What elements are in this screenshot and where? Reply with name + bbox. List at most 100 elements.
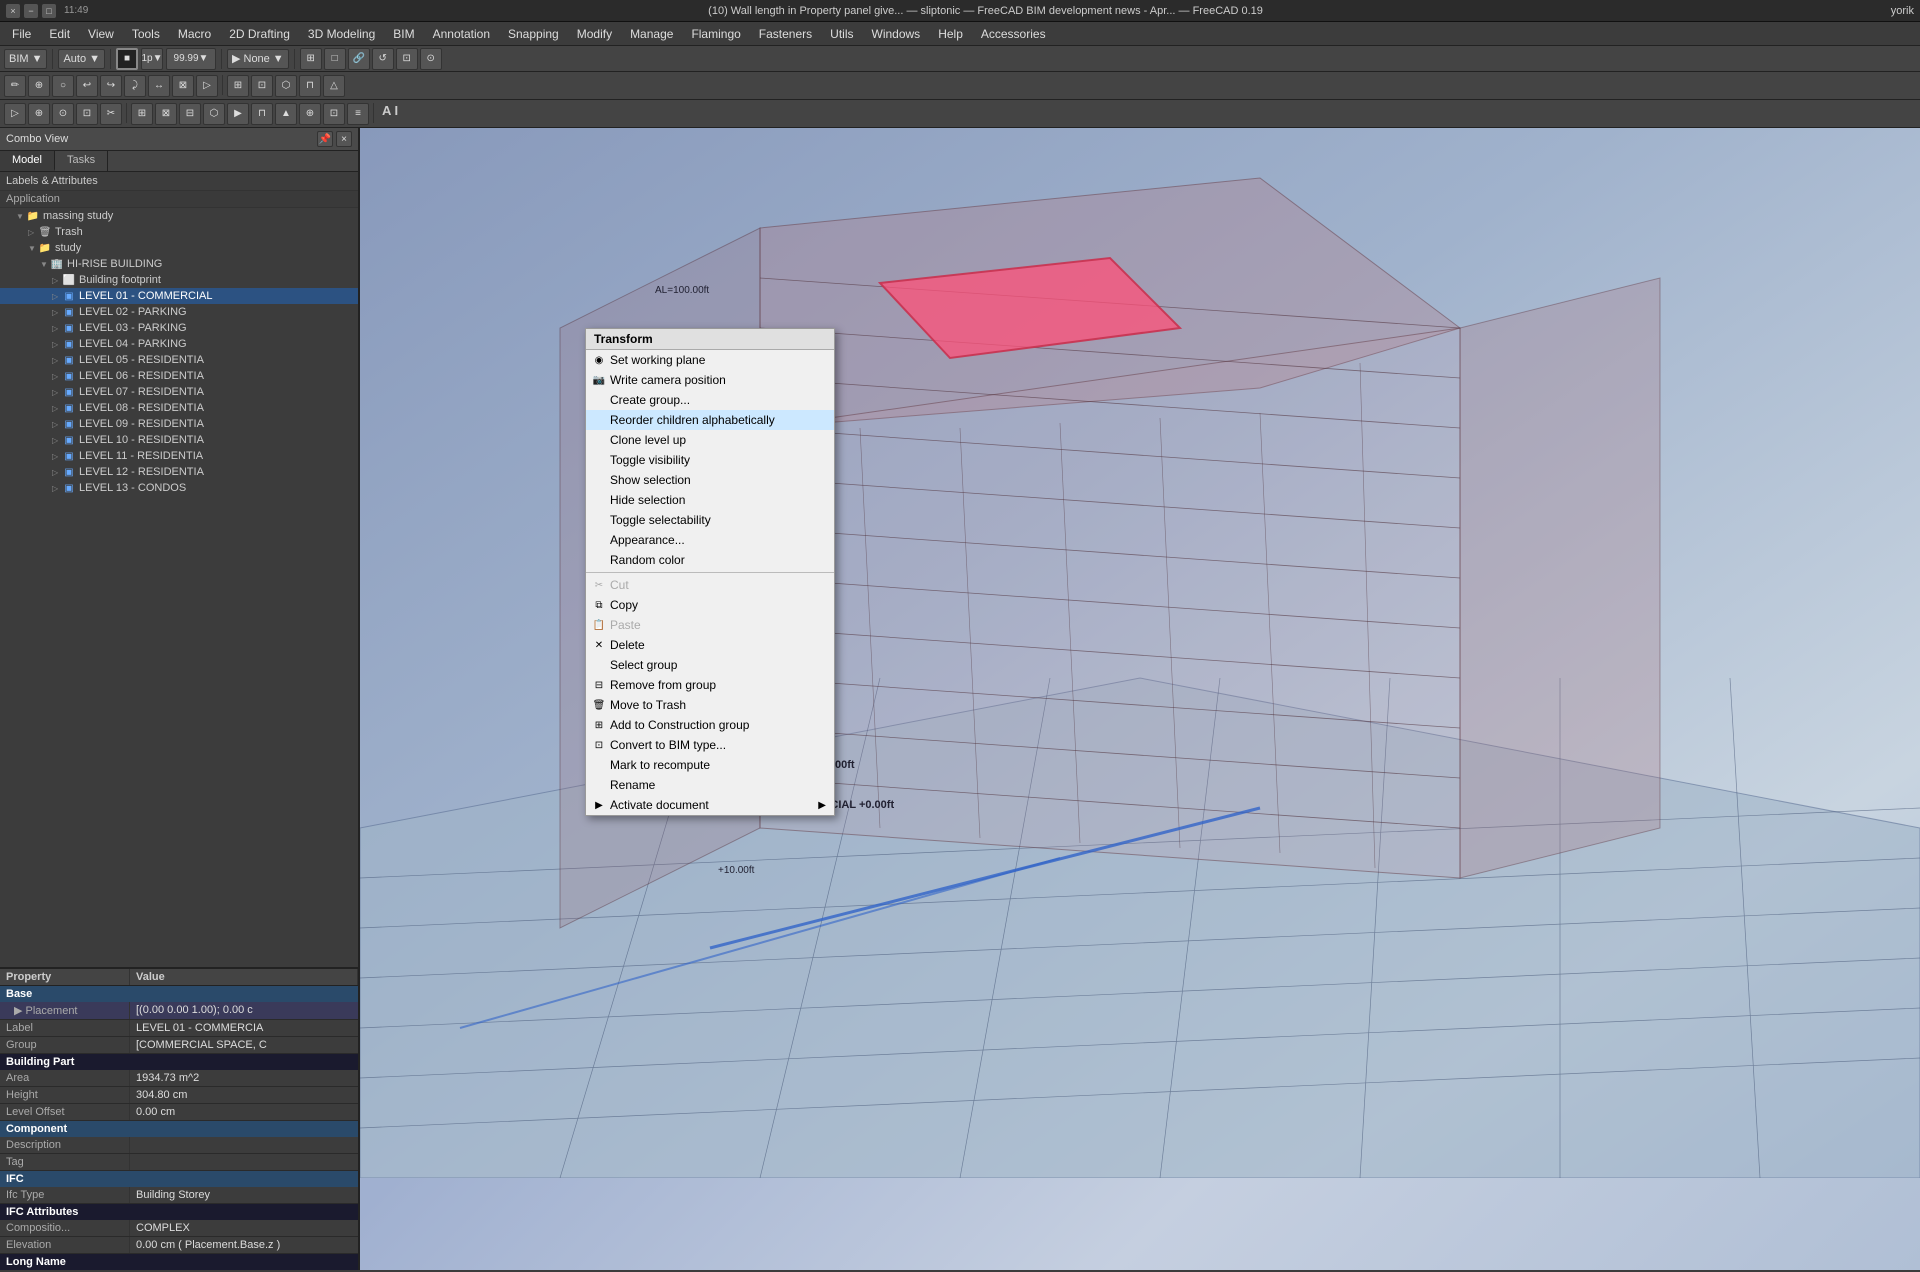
combo-view-controls[interactable]: 📌 × — [317, 131, 352, 147]
menu-bim[interactable]: BIM — [385, 25, 422, 43]
tb2-9[interactable]: ▷ — [196, 75, 218, 97]
viewport[interactable]: LEVEL 01 - COMMERCIAL +0.00ft LEVEL 02 -… — [360, 128, 1920, 1270]
ctx-create-group[interactable]: Create group... — [586, 390, 834, 410]
tb2-10[interactable]: ⊞ — [227, 75, 249, 97]
menu-fasteners[interactable]: Fasteners — [751, 25, 820, 43]
tree-item-level07[interactable]: ▷ ▣ LEVEL 07 - RESIDENTIA — [0, 384, 358, 400]
color-btn[interactable]: ■ — [116, 48, 138, 70]
rotate-icon[interactable]: ↺ — [372, 48, 394, 70]
ctx-select-group[interactable]: Select group — [586, 655, 834, 675]
view-all-icon[interactable]: ⊡ — [396, 48, 418, 70]
tree-item-massing-study[interactable]: ▼ 📁 massing study — [0, 208, 358, 224]
none-selector[interactable]: ▶ None ▼ — [227, 49, 289, 69]
ctx-cut[interactable]: ✂ Cut — [586, 575, 834, 595]
menu-manage[interactable]: Manage — [622, 25, 681, 43]
tree-section[interactable]: ▼ 📁 massing study ▷ 🗑 Trash ▼ 📁 study ▼ … — [0, 208, 358, 967]
tb2-3[interactable]: ○ — [52, 75, 74, 97]
ctx-toggle-visibility[interactable]: Toggle visibility — [586, 450, 834, 470]
tb3-7[interactable]: ⊠ — [155, 103, 177, 125]
ctx-write-camera[interactable]: 📷 Write camera position — [586, 370, 834, 390]
line-width-btn[interactable]: 1p▼ — [141, 48, 163, 70]
ctx-move-to-trash[interactable]: 🗑 Move to Trash — [586, 695, 834, 715]
prop-row-area[interactable]: Area 1934.73 m^2 — [0, 1070, 358, 1087]
menu-flamingo[interactable]: Flamingo — [683, 25, 748, 43]
tb3-3[interactable]: ⊙ — [52, 103, 74, 125]
close-btn[interactable]: × — [6, 4, 20, 18]
tb2-8[interactable]: ⊠ — [172, 75, 194, 97]
menu-snapping[interactable]: Snapping — [500, 25, 567, 43]
tab-tasks[interactable]: Tasks — [55, 151, 108, 171]
prop-row-level-offset[interactable]: Level Offset 0.00 cm — [0, 1104, 358, 1121]
tree-item-level05[interactable]: ▷ ▣ LEVEL 05 - RESIDENTIA — [0, 352, 358, 368]
ctx-copy[interactable]: ⧉ Copy — [586, 595, 834, 615]
tb3-9[interactable]: ⬡ — [203, 103, 225, 125]
tb3-15[interactable]: ≡ — [347, 103, 369, 125]
tb2-4[interactable]: ↩ — [76, 75, 98, 97]
menu-macro[interactable]: Macro — [170, 25, 219, 43]
menu-view[interactable]: View — [80, 25, 122, 43]
ctx-hide-selection[interactable]: Hide selection — [586, 490, 834, 510]
tb2-13[interactable]: ⊓ — [299, 75, 321, 97]
zoom-fit-icon[interactable]: ⊙ — [420, 48, 442, 70]
tb2-1[interactable]: ✏ — [4, 75, 26, 97]
menu-modify[interactable]: Modify — [569, 25, 620, 43]
prop-row-composition[interactable]: Compositio... COMPLEX — [0, 1220, 358, 1237]
tb3-13[interactable]: ⊕ — [299, 103, 321, 125]
ctx-random-color[interactable]: Random color — [586, 550, 834, 570]
combo-close-btn[interactable]: × — [336, 131, 352, 147]
menu-accessories[interactable]: Accessories — [973, 25, 1054, 43]
tree-item-hirise[interactable]: ▼ 🏢 HI-RISE BUILDING — [0, 256, 358, 272]
tb2-7[interactable]: ↔ — [148, 75, 170, 97]
ctx-clone-level[interactable]: Clone level up — [586, 430, 834, 450]
ctx-activate-document[interactable]: ▶ Activate document ▶ — [586, 795, 834, 815]
tb2-12[interactable]: ⬡ — [275, 75, 297, 97]
prop-row-height[interactable]: Height 304.80 cm — [0, 1087, 358, 1104]
tree-item-level12[interactable]: ▷ ▣ LEVEL 12 - RESIDENTIA — [0, 464, 358, 480]
ctx-appearance[interactable]: Appearance... — [586, 530, 834, 550]
tb2-11[interactable]: ⊡ — [251, 75, 273, 97]
tree-item-level09[interactable]: ▷ ▣ LEVEL 09 - RESIDENTIA — [0, 416, 358, 432]
prop-row-label[interactable]: Label LEVEL 01 - COMMERCIA — [0, 1020, 358, 1037]
prop-row-tag[interactable]: Tag — [0, 1154, 358, 1171]
tb3-14[interactable]: ⊡ — [323, 103, 345, 125]
ctx-show-selection[interactable]: Show selection — [586, 470, 834, 490]
min-btn[interactable]: − — [24, 4, 38, 18]
tree-item-level01[interactable]: ▷ ▣ LEVEL 01 - COMMERCIAL — [0, 288, 358, 304]
tb2-2[interactable]: ⊕ — [28, 75, 50, 97]
ctx-convert-bim[interactable]: ⊡ Convert to BIM type... — [586, 735, 834, 755]
prop-row-description[interactable]: Description — [0, 1137, 358, 1154]
menu-file[interactable]: File — [4, 25, 39, 43]
ctx-rename[interactable]: Rename — [586, 775, 834, 795]
tree-item-level03[interactable]: ▷ ▣ LEVEL 03 - PARKING — [0, 320, 358, 336]
prop-row-placement-group[interactable]: ▶ Placement [(0.00 0.00 1.00); 0.00 c — [0, 1002, 358, 1020]
tb3-6[interactable]: ⊞ — [131, 103, 153, 125]
ctx-delete[interactable]: ✕ Delete — [586, 635, 834, 655]
tree-item-level10[interactable]: ▷ ▣ LEVEL 10 - RESIDENTIA — [0, 432, 358, 448]
menu-2d-drafting[interactable]: 2D Drafting — [221, 25, 298, 43]
menu-utils[interactable]: Utils — [822, 25, 861, 43]
tb3-12[interactable]: ▲ — [275, 103, 297, 125]
tree-item-footprint[interactable]: ▷ ⬜ Building footprint — [0, 272, 358, 288]
menu-annotation[interactable]: Annotation — [425, 25, 498, 43]
tab-model[interactable]: Model — [0, 151, 55, 171]
tree-item-level04[interactable]: ▷ ▣ LEVEL 04 - PARKING — [0, 336, 358, 352]
tb3-1[interactable]: ▷ — [4, 103, 26, 125]
tree-item-level08[interactable]: ▷ ▣ LEVEL 08 - RESIDENTIA — [0, 400, 358, 416]
menu-edit[interactable]: Edit — [41, 25, 78, 43]
tree-item-level06[interactable]: ▷ ▣ LEVEL 06 - RESIDENTIA — [0, 368, 358, 384]
window-controls[interactable]: × − □ — [6, 4, 56, 18]
ctx-remove-from-group[interactable]: ⊟ Remove from group — [586, 675, 834, 695]
tb2-14[interactable]: △ — [323, 75, 345, 97]
tree-item-level02[interactable]: ▷ ▣ LEVEL 02 - PARKING — [0, 304, 358, 320]
ctx-mark-recompute[interactable]: Mark to recompute — [586, 755, 834, 775]
ctx-reorder-children[interactable]: Reorder children alphabetically — [586, 410, 834, 430]
tb3-11[interactable]: ⊓ — [251, 103, 273, 125]
ctx-add-to-construction[interactable]: ⊞ Add to Construction group — [586, 715, 834, 735]
tree-item-trash[interactable]: ▷ 🗑 Trash — [0, 224, 358, 240]
menu-3d-modeling[interactable]: 3D Modeling — [300, 25, 383, 43]
tb2-5[interactable]: ↪ — [100, 75, 122, 97]
prop-row-ifc-type[interactable]: Ifc Type Building Storey — [0, 1187, 358, 1204]
tb3-2[interactable]: ⊕ — [28, 103, 50, 125]
tb2-6[interactable]: ⤸ — [124, 75, 146, 97]
tb3-10[interactable]: ▶ — [227, 103, 249, 125]
